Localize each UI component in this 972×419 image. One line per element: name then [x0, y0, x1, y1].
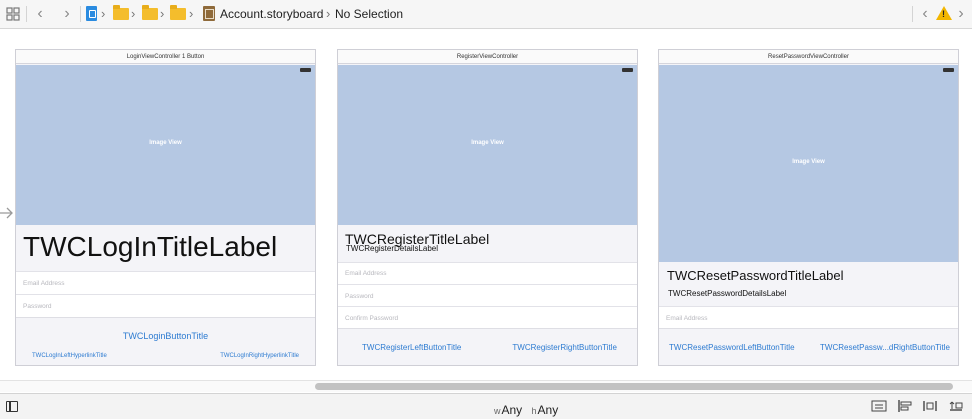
folder-icon[interactable] [170, 5, 186, 20]
width-size-class: Any [501, 403, 523, 417]
size-class-control[interactable]: wAny hAny [494, 403, 558, 417]
password-field[interactable]: Password [338, 284, 637, 306]
image-view[interactable]: Image View [338, 65, 637, 225]
scene-reset-password[interactable]: ResetPasswordViewController Image View T… [658, 49, 959, 366]
image-view[interactable]: Image View [16, 65, 315, 225]
confirm-password-placeholder: Confirm Password [345, 315, 399, 322]
issue-next-icon[interactable]: › [952, 5, 970, 23]
path-chevron-icon: › [131, 6, 136, 21]
email-placeholder: Email Address [345, 270, 387, 277]
left-button[interactable]: TWCResetPasswordLeftButtonTitle [669, 343, 795, 352]
toolbar-separator [80, 6, 81, 22]
path-chevron-icon: › [189, 6, 194, 21]
scene-login[interactable]: LoginViewController 1 Button Image View … [15, 49, 316, 366]
button-area: TWCResetPasswordLeftButtonTitle TWCReset… [659, 328, 958, 365]
path-chevron-icon: › [160, 6, 165, 21]
email-placeholder: Email Address [666, 315, 708, 322]
scene-title[interactable]: LoginViewController 1 Button [16, 50, 315, 64]
jump-bar: ‹ › › › › › Account.storyboard › No Sele… [0, 0, 972, 29]
toolbar-separator [26, 6, 27, 22]
title-label[interactable]: TWCResetPasswordTitleLabel [667, 268, 844, 283]
battery-icon [300, 68, 311, 72]
email-field[interactable]: Email Address [16, 271, 315, 294]
battery-icon [622, 68, 633, 72]
align-icon[interactable] [897, 399, 913, 413]
battery-icon [943, 68, 954, 72]
login-button[interactable]: TWCLoginButtonTitle [16, 331, 315, 341]
height-prefix: h [531, 406, 537, 416]
email-field[interactable]: Email Address [659, 306, 958, 328]
password-placeholder: Password [345, 293, 374, 300]
interface-builder-window: ‹ › › › › › Account.storyboard › No Sele… [0, 0, 972, 419]
email-placeholder: Email Address [23, 280, 65, 287]
issue-previous-icon[interactable]: ‹ [916, 5, 934, 23]
left-hyperlink[interactable]: TWCLogInLeftHyperlinkTitle [32, 353, 107, 359]
button-area: TWCRegisterLeftButtonTitle TWCRegisterRi… [338, 328, 637, 365]
email-field[interactable]: Email Address [338, 262, 637, 284]
horizontal-scroll-thumb[interactable] [315, 383, 953, 390]
button-area: TWCLoginButtonTitle TWCLogInLeftHyperlin… [16, 317, 315, 365]
stack-view-icon[interactable] [871, 399, 887, 413]
document-outline-toggle-icon[interactable] [6, 401, 18, 412]
folder-icon[interactable] [113, 5, 129, 20]
bottom-bar: wAny hAny [0, 393, 972, 419]
width-prefix: w [494, 406, 501, 416]
breadcrumb-storyboard[interactable]: Account.storyboard [220, 7, 323, 21]
right-button[interactable]: TWCResetPassw...dRightButtonTitle [820, 343, 950, 352]
left-button[interactable]: TWCRegisterLeftButtonTitle [362, 343, 461, 352]
project-file-icon[interactable] [86, 6, 97, 21]
password-field[interactable]: Password [16, 294, 315, 317]
right-button[interactable]: TWCRegisterRightButtonTitle [512, 343, 617, 352]
image-view-label: Image View [471, 140, 504, 146]
image-view[interactable]: Image View [659, 65, 958, 262]
image-view-label: Image View [792, 159, 825, 165]
pin-icon[interactable] [922, 399, 938, 413]
warning-exclamation: ! [942, 9, 945, 19]
details-label[interactable]: TWCRegisterDetailsLabel [346, 244, 438, 253]
image-view-label: Image View [149, 140, 182, 146]
folder-icon[interactable] [142, 5, 158, 20]
chevron-right-icon[interactable]: › [58, 5, 76, 23]
details-label[interactable]: TWCResetPasswordDetailsLabel [668, 289, 786, 298]
grid-icon[interactable] [4, 5, 22, 23]
password-placeholder: Password [23, 303, 52, 310]
right-hyperlink[interactable]: TWCLogInRightHyperlinkTitle [220, 353, 299, 359]
initial-view-controller-arrow-icon [0, 207, 13, 219]
confirm-password-field[interactable]: Confirm Password [338, 306, 637, 328]
path-chevron-icon: › [326, 6, 331, 21]
breadcrumb-selection[interactable]: No Selection [335, 7, 403, 21]
scene-register[interactable]: RegisterViewController Image View TWCReg… [337, 49, 638, 366]
title-label[interactable]: TWCLogInTitleLabel [23, 231, 277, 263]
scene-title[interactable]: ResetPasswordViewController [659, 50, 958, 64]
storyboard-file-icon[interactable] [203, 6, 215, 21]
toolbar-separator [912, 6, 913, 22]
height-size-class: Any [537, 403, 559, 417]
path-chevron-icon: › [101, 6, 106, 21]
storyboard-canvas[interactable]: LoginViewController 1 Button Image View … [0, 30, 972, 392]
resolve-auto-layout-icon[interactable] [948, 399, 964, 413]
chevron-left-icon[interactable]: ‹ [31, 5, 49, 23]
scene-title[interactable]: RegisterViewController [338, 50, 637, 64]
